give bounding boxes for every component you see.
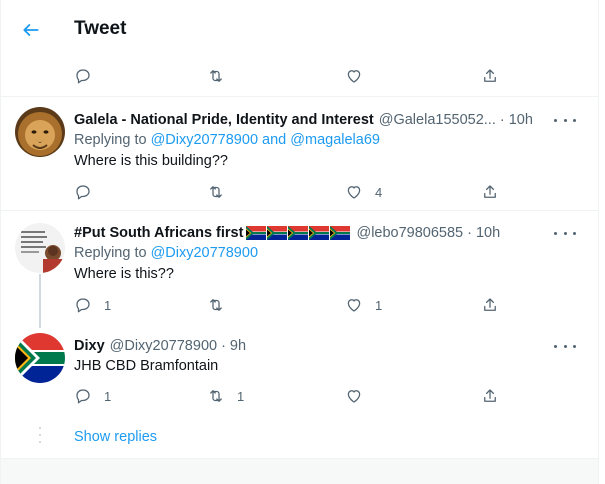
bottom-spacer <box>1 459 598 484</box>
tweet-actions: 1 1 <box>0 293 598 317</box>
reply-icon <box>76 298 90 313</box>
reply-icon <box>76 389 90 404</box>
separator: · <box>499 112 505 128</box>
page-title: Tweet <box>74 18 127 39</box>
more-icon[interactable] <box>554 112 576 128</box>
share-icon <box>484 298 496 311</box>
more-icon[interactable] <box>554 225 576 241</box>
share-button[interactable] <box>481 180 499 204</box>
south-africa-flag-icon <box>330 226 351 240</box>
retweet-icon <box>210 70 222 82</box>
retweet-button[interactable] <box>207 64 237 88</box>
south-africa-flag-icon <box>288 226 309 240</box>
like-button[interactable] <box>345 64 375 88</box>
retweet-icon <box>210 390 222 402</box>
display-name[interactable]: Dixy <box>74 338 105 354</box>
mention-link[interactable]: @Dixy20778900 <box>151 132 258 148</box>
like-count: 1 <box>375 297 383 313</box>
main-tweet-actions <box>0 64 598 88</box>
tweet-header: #Put South Africans first @lebo79806585 … <box>74 223 500 243</box>
mention-link[interactable]: @Dixy20778900 <box>151 245 258 261</box>
back-button[interactable] <box>14 13 48 47</box>
tweet-text: Where is this building?? <box>74 153 228 169</box>
avatar[interactable] <box>15 107 65 157</box>
tweet-text: JHB CBD Bramfontain <box>74 358 219 374</box>
mention-and[interactable]: and <box>262 132 286 148</box>
back-arrow-icon <box>23 24 39 36</box>
flag-emojis <box>246 226 351 240</box>
share-button[interactable] <box>481 384 499 408</box>
reply-button[interactable] <box>74 64 104 88</box>
share-icon <box>484 389 496 402</box>
retweet-button[interactable] <box>207 180 237 204</box>
tweet-actions: 4 <box>0 180 598 204</box>
share-icon <box>484 185 496 198</box>
retweet-button[interactable] <box>207 293 237 317</box>
like-button[interactable]: 1 <box>345 293 382 317</box>
timestamp[interactable]: 10h <box>509 112 533 128</box>
tweet-actions: 1 1 <box>0 384 598 408</box>
like-icon <box>347 299 361 312</box>
south-africa-flag-icon <box>267 226 288 240</box>
display-name[interactable]: Galela - National Pride, Identity and In… <box>74 112 374 128</box>
like-icon <box>347 186 361 199</box>
share-icon <box>484 69 496 82</box>
tweet-text: Where is this?? <box>74 266 174 282</box>
retweet-icon <box>210 186 222 198</box>
retweet-button[interactable]: 1 <box>207 384 244 408</box>
tweet-header: Galela - National Pride, Identity and In… <box>74 110 533 130</box>
tweet-lebo[interactable]: #Put South Africans first @lebo79806585 … <box>0 223 598 323</box>
share-button[interactable] <box>481 293 499 317</box>
right-border <box>598 0 599 484</box>
timestamp[interactable]: 10h <box>476 225 500 241</box>
separator: · <box>221 338 226 354</box>
reply-button[interactable]: 1 <box>74 293 111 317</box>
south-africa-flag-icon <box>309 226 330 240</box>
avatar[interactable] <box>15 333 65 383</box>
username[interactable]: @Galela155052... <box>379 112 496 128</box>
retweet-icon <box>210 299 222 311</box>
divider <box>1 210 598 211</box>
display-name[interactable]: #Put South Africans first <box>74 225 243 241</box>
replying-to: Replying to @Dixy20778900 and @magalela6… <box>74 132 380 148</box>
avatar[interactable] <box>15 223 65 273</box>
show-replies-link[interactable]: Show replies <box>74 429 157 445</box>
thread-dots <box>39 427 41 443</box>
reply-button[interactable] <box>74 180 104 204</box>
like-count: 4 <box>375 184 383 200</box>
tweet-galela[interactable]: Galela - National Pride, Identity and In… <box>0 107 598 210</box>
mention-link[interactable]: @magalela69 <box>290 132 380 148</box>
south-africa-flag-icon <box>15 333 65 383</box>
reply-count: 1 <box>104 388 112 404</box>
reply-icon <box>76 185 90 200</box>
south-africa-flag-icon <box>246 226 267 240</box>
replying-to: Replying to @Dixy20778900 <box>74 245 258 261</box>
divider <box>1 96 598 97</box>
like-icon <box>347 70 361 83</box>
retweet-count: 1 <box>237 388 245 404</box>
like-button[interactable] <box>345 384 375 408</box>
reply-button[interactable]: 1 <box>74 384 111 408</box>
header: Tweet <box>0 0 598 58</box>
username[interactable]: @Dixy20778900 <box>110 338 217 354</box>
tweet-dixy[interactable]: Dixy @Dixy20778900 · 9h JHB CBD Bramfont… <box>0 333 598 416</box>
more-icon[interactable] <box>554 338 576 354</box>
timestamp[interactable]: 9h <box>230 338 246 354</box>
share-button[interactable] <box>481 64 499 88</box>
username[interactable]: @lebo79806585 <box>356 225 463 241</box>
like-button[interactable]: 4 <box>345 180 382 204</box>
separator: · <box>467 225 472 241</box>
reply-icon <box>76 69 90 84</box>
like-icon <box>347 390 361 403</box>
reply-count: 1 <box>104 297 112 313</box>
replying-prefix: Replying to <box>74 132 147 148</box>
tweet-header: Dixy @Dixy20778900 · 9h <box>74 336 246 356</box>
replying-prefix: Replying to <box>74 245 147 261</box>
